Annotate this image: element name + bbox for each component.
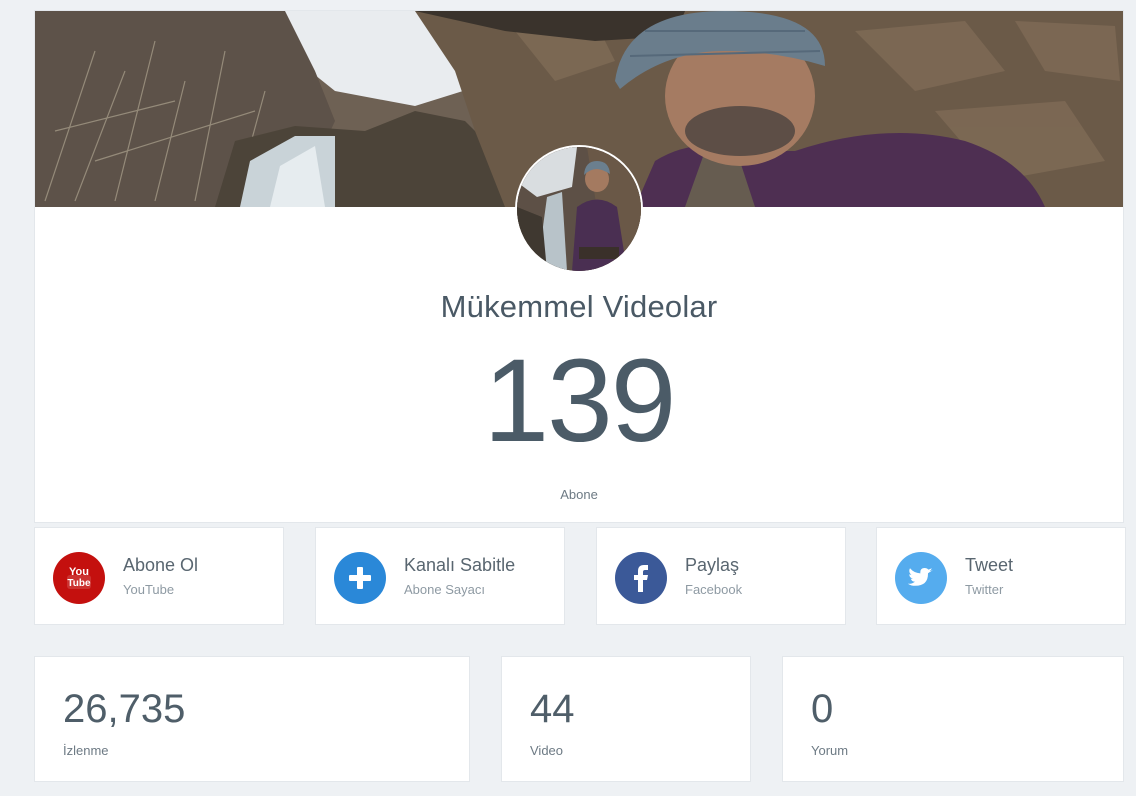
pin-channel-button[interactable]: Kanalı Sabitle Abone Sayacı [315,527,565,625]
channel-avatar [517,147,641,271]
youtube-icon-text-top: You [69,566,89,578]
tweet-twitter-button[interactable]: Tweet Twitter [876,527,1126,625]
pin-channel-title: Kanalı Sabitle [404,555,516,575]
subscribe-youtube-button[interactable]: You Tube Abone Ol YouTube [34,527,284,625]
channel-profile-card: Mükemmel Videolar 139 Abone [34,10,1124,523]
views-count: 26,735 [63,687,186,731]
videos-label: Video [530,743,564,758]
views-label: İzlenme [63,743,109,758]
channel-name: Mükemmel Videolar [440,289,718,324]
subscriber-label: Abone [560,487,598,502]
twitter-icon [895,552,947,604]
comments-stat-card: 0 Yorum [782,656,1124,782]
share-facebook-title: Paylaş [685,555,740,575]
share-facebook-button[interactable]: Paylaş Facebook [596,527,846,625]
tweet-twitter-subtitle: Twitter [965,582,1004,597]
views-stat-card: 26,735 İzlenme [34,656,470,782]
subscriber-count: 139 [483,335,677,467]
subscribe-youtube-title: Abone Ol [123,555,199,575]
videos-count: 44 [530,687,575,731]
plus-icon [334,552,386,604]
tweet-twitter-title: Tweet [965,555,1014,575]
youtube-icon: You Tube [53,552,105,604]
share-facebook-subtitle: Facebook [685,582,743,597]
comments-label: Yorum [811,743,849,758]
subscribe-youtube-subtitle: YouTube [123,582,175,597]
comments-count: 0 [811,687,834,731]
pin-channel-subtitle: Abone Sayacı [404,582,485,597]
videos-stat-card: 44 Video [501,656,751,782]
facebook-icon [615,552,667,604]
youtube-icon-text-bottom: Tube [67,578,91,589]
